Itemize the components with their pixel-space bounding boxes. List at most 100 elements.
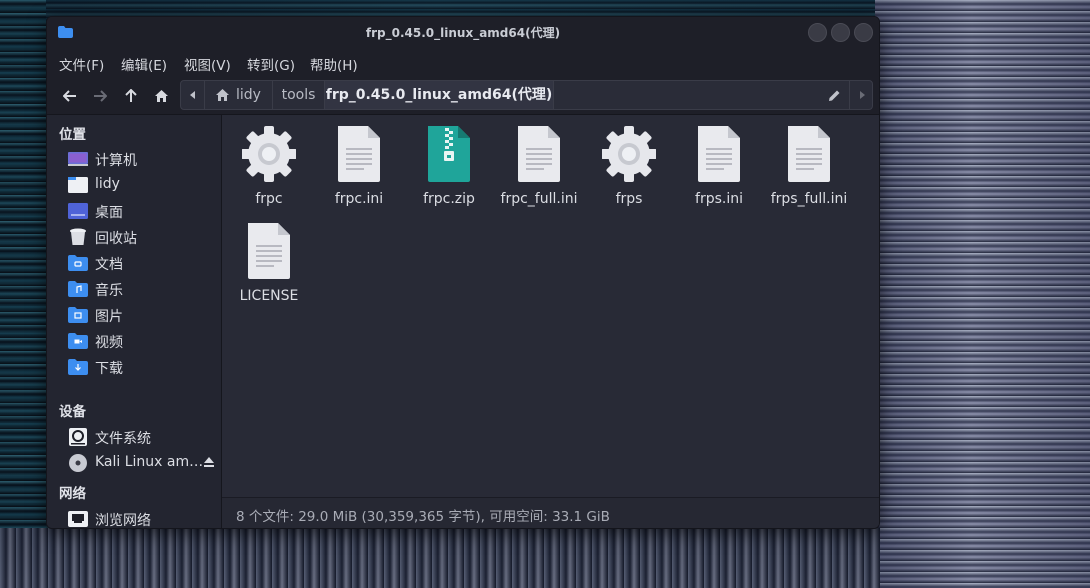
file-name: frps.ini (695, 191, 743, 207)
optical-disc-icon (69, 454, 87, 472)
file-name: LICENSE (239, 288, 299, 304)
zip-archive-icon (428, 126, 470, 182)
sidebar-item-label: 浏览网络 (95, 513, 151, 529)
file-item-license[interactable]: LICENSE (224, 213, 314, 305)
file-item-frpc-ini[interactable]: frpc.ini (314, 116, 404, 208)
window-title: frp_0.45.0_linux_amd64(代理) (365, 26, 561, 40)
text-file-icon (338, 126, 380, 182)
computer-icon (68, 152, 88, 166)
harddisk-icon (69, 428, 87, 446)
sidebar-item-desktop[interactable]: 桌面 (47, 198, 222, 224)
chevron-left-icon (190, 91, 195, 99)
menu-bar: 文件(F) 编辑(E) 视图(V) 转到(G) 帮助(H) (47, 47, 879, 77)
forward-button[interactable] (87, 84, 113, 108)
file-name: frps (615, 191, 643, 207)
file-name: frpc.zip (423, 191, 475, 207)
file-item-frps[interactable]: frps (584, 116, 674, 208)
sidebar-item-computer[interactable]: 计算机 (47, 146, 222, 172)
sidebar-item-label: 计算机 (95, 153, 137, 169)
back-button[interactable] (57, 84, 83, 108)
sidebar-item-music[interactable]: 音乐 (47, 276, 222, 302)
trash-icon (70, 228, 86, 245)
file-name: frpc_full.ini (500, 191, 578, 207)
file-item-frpc[interactable]: frpc (224, 116, 314, 208)
edit-path-button[interactable] (821, 81, 847, 109)
sidebar: 位置 计算机 lidy 桌面 回收站 文档 音乐 图片 视频 下载 设备 文件系… (47, 115, 222, 529)
menu-view[interactable]: 视图(V) (184, 54, 231, 74)
sidebar-item-label: 回收站 (95, 231, 137, 247)
executable-gear-icon (602, 126, 656, 182)
music-folder-icon (68, 281, 88, 297)
sidebar-item-downloads[interactable]: 下载 (47, 354, 222, 380)
home-button[interactable] (148, 84, 174, 108)
sidebar-item-label: 图片 (95, 309, 123, 325)
file-name: frps_full.ini (770, 191, 848, 207)
menu-edit[interactable]: 编辑(E) (121, 54, 167, 74)
pictures-folder-icon (68, 307, 88, 323)
eject-icon[interactable] (203, 456, 215, 468)
file-name: frpc.ini (334, 191, 384, 207)
pencil-icon (829, 90, 840, 101)
sidebar-item-browse-network[interactable]: 浏览网络 (47, 506, 222, 529)
status-bar: 8 个文件: 29.0 MiB (30,359,365 字节), 可用空间: 3… (222, 497, 879, 528)
file-view: frpc frpc.ini frpc.zip frpc_full.ini frp… (222, 115, 879, 497)
sidebar-header-network: 网络 (59, 486, 86, 502)
menu-go[interactable]: 转到(G) (247, 54, 295, 74)
chevron-right-icon (860, 91, 865, 99)
sidebar-item-label: Kali Linux am… (95, 454, 204, 470)
arrow-up-icon (125, 89, 137, 102)
sidebar-item-filesystem[interactable]: 文件系统 (47, 424, 222, 450)
text-file-icon (698, 126, 740, 182)
desktop-icon (68, 203, 88, 219)
menu-help[interactable]: 帮助(H) (310, 54, 358, 74)
sidebar-item-label: lidy (95, 176, 120, 192)
sidebar-item-label: 视频 (95, 335, 123, 351)
menu-file[interactable]: 文件(F) (59, 54, 104, 74)
sidebar-item-label: 下载 (95, 361, 123, 377)
up-button[interactable] (118, 84, 144, 108)
documents-folder-icon (68, 255, 88, 271)
sidebar-header-devices: 设备 (59, 404, 86, 420)
sidebar-header-places: 位置 (59, 127, 86, 143)
breadcrumb-home[interactable]: lidy (205, 81, 273, 109)
file-item-frpc-full-ini[interactable]: frpc_full.ini (494, 116, 584, 208)
arrow-right-icon (94, 90, 107, 102)
sidebar-item-kali-disc[interactable]: Kali Linux am… (47, 450, 222, 476)
home-folder-icon (68, 177, 88, 193)
close-button[interactable] (854, 23, 873, 42)
status-text: 8 个文件: 29.0 MiB (30,359,365 字节), 可用空间: 3… (236, 509, 610, 525)
text-file-icon (518, 126, 560, 182)
maximize-button[interactable] (831, 23, 850, 42)
file-name: frpc (255, 191, 283, 207)
path-scroll-right-button[interactable] (849, 81, 873, 109)
file-item-frps-ini[interactable]: frps.ini (674, 116, 764, 208)
sidebar-item-videos[interactable]: 视频 (47, 328, 222, 354)
toolbar: lidy tools frp_0.45.0_linux_amd64(代理) (47, 77, 879, 115)
file-item-frps-full-ini[interactable]: frps_full.ini (764, 116, 854, 208)
arrow-left-icon (63, 90, 76, 102)
sidebar-item-trash[interactable]: 回收站 (47, 224, 222, 250)
network-icon (68, 511, 88, 527)
text-file-icon (248, 223, 290, 279)
path-bar: lidy tools frp_0.45.0_linux_amd64(代理) (180, 80, 873, 110)
downloads-folder-icon (68, 359, 88, 375)
sidebar-item-home[interactable]: lidy (47, 172, 222, 198)
executable-gear-icon (242, 126, 296, 182)
home-icon (216, 89, 229, 101)
videos-folder-icon (68, 333, 88, 349)
minimize-button[interactable] (808, 23, 827, 42)
sidebar-item-label: 音乐 (95, 283, 123, 299)
path-scroll-left-button[interactable] (181, 81, 205, 109)
sidebar-item-label: 桌面 (95, 205, 123, 221)
text-file-icon (788, 126, 830, 182)
breadcrumb-current[interactable]: frp_0.45.0_linux_amd64(代理) (325, 81, 554, 109)
sidebar-item-label: 文档 (95, 257, 123, 273)
title-bar: frp_0.45.0_linux_amd64(代理) (47, 17, 879, 47)
sidebar-item-pictures[interactable]: 图片 (47, 302, 222, 328)
file-item-frpc-zip[interactable]: frpc.zip (404, 116, 494, 208)
file-manager-window: frp_0.45.0_linux_amd64(代理) 文件(F) 编辑(E) 视… (46, 16, 880, 529)
breadcrumb-tools[interactable]: tools (273, 81, 325, 109)
home-icon (154, 90, 168, 102)
sidebar-item-label: 文件系统 (95, 431, 151, 447)
sidebar-item-documents[interactable]: 文档 (47, 250, 222, 276)
